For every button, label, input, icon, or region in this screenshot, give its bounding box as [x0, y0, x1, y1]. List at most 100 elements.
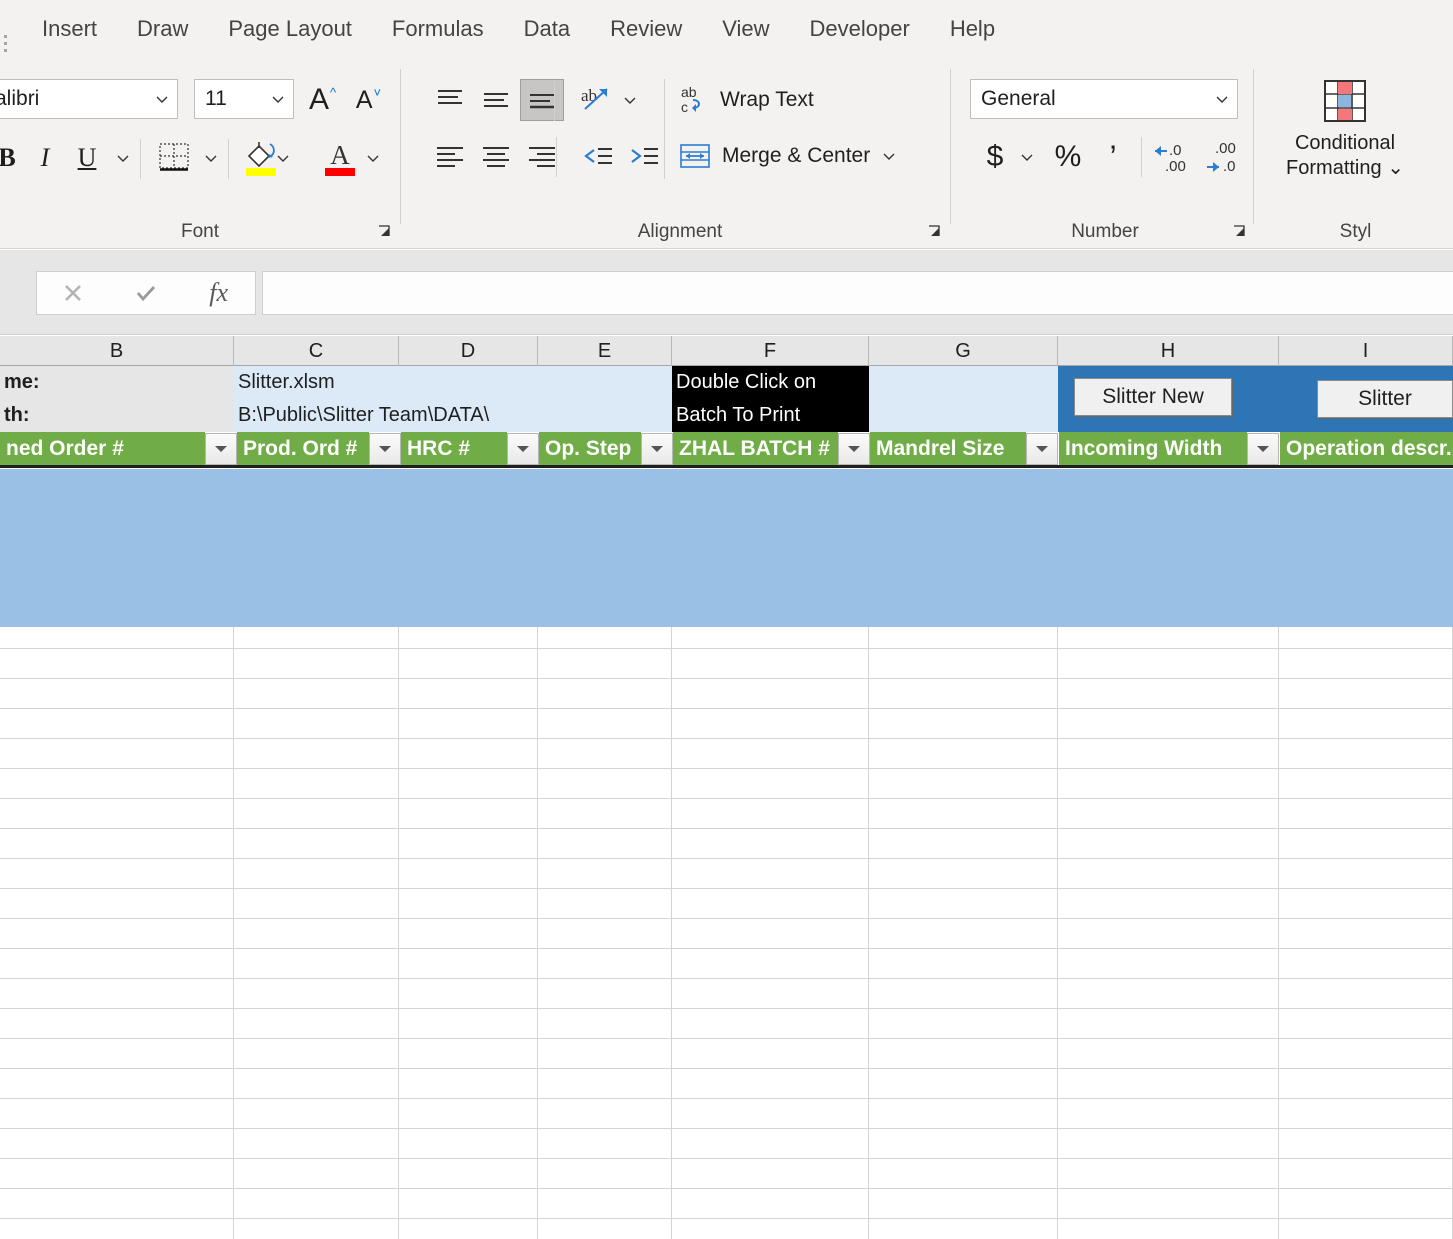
cell-c-file-path[interactable]: B:\Public\Slitter Team\DATA\ [234, 399, 672, 432]
tab-review[interactable]: Review [590, 12, 702, 46]
tab-insert[interactable]: Insert [22, 12, 117, 46]
decrease-font-size-button[interactable]: A ˅ [346, 79, 390, 121]
table-header-incoming-width[interactable]: Incoming Width [1059, 432, 1247, 465]
grid-row[interactable] [0, 919, 1453, 949]
selection-highlight[interactable] [0, 469, 1453, 627]
underline-button[interactable]: U [68, 137, 106, 179]
merge-center-dropdown[interactable] [880, 147, 898, 165]
cell-g-empty-2[interactable] [869, 399, 1058, 432]
fill-color-dropdown[interactable] [268, 139, 298, 177]
tab-view[interactable]: View [702, 12, 789, 46]
font-dialog-launcher[interactable] [376, 223, 394, 241]
decrease-decimal-button[interactable]: .00 .0 [1203, 135, 1253, 179]
number-dialog-launcher[interactable] [1231, 223, 1249, 241]
table-header-op-step[interactable]: Op. Step [539, 432, 641, 465]
slitter-new-button[interactable]: Slitter New [1074, 378, 1232, 416]
filter-button-zhal-batch[interactable] [838, 433, 870, 465]
chevron-down-icon[interactable] [1213, 90, 1231, 108]
align-center-button[interactable] [474, 135, 518, 177]
grid-row[interactable] [0, 949, 1453, 979]
align-top-button[interactable] [428, 79, 472, 121]
currency-format-button[interactable]: $ [975, 135, 1015, 179]
tab-help[interactable]: Help [930, 12, 1015, 46]
decrease-indent-button[interactable] [576, 135, 620, 177]
tab-data[interactable]: Data [504, 12, 590, 46]
conditional-formatting-button[interactable]: Conditional Formatting ⌄ [1270, 75, 1420, 181]
column-header-f[interactable]: F [672, 336, 869, 366]
chevron-down-icon[interactable]: ⌄ [1387, 157, 1404, 179]
column-header-b[interactable]: B [0, 336, 234, 366]
orientation-button[interactable]: ab [574, 79, 618, 121]
percent-format-button[interactable]: % [1047, 135, 1089, 179]
orientation-dropdown[interactable] [616, 81, 644, 119]
grid-row[interactable] [0, 859, 1453, 889]
formula-input[interactable] [262, 271, 1453, 315]
table-header-mandrel-size[interactable]: Mandrel Size [870, 432, 1026, 465]
italic-button[interactable]: I [26, 137, 64, 179]
font-color-dropdown[interactable] [358, 139, 388, 177]
grid-row[interactable] [0, 679, 1453, 709]
font-color-button[interactable]: A [318, 135, 362, 181]
filter-button-incoming-width[interactable] [1247, 433, 1279, 465]
grid-row[interactable] [0, 1129, 1453, 1159]
increase-decimal-button[interactable]: .0 .00 [1151, 135, 1201, 179]
chevron-down-icon[interactable] [269, 90, 287, 108]
borders-dropdown[interactable] [196, 139, 226, 177]
column-header-c[interactable]: C [234, 336, 399, 366]
merge-center-button[interactable]: Merge & Center [678, 135, 898, 177]
cell-g-empty[interactable] [869, 366, 1058, 399]
font-size-input[interactable]: 11 [194, 79, 294, 119]
grid-row[interactable] [0, 1069, 1453, 1099]
tab-draw[interactable]: Draw [117, 12, 208, 46]
filter-button-planned-order[interactable] [205, 433, 237, 465]
underline-dropdown[interactable] [108, 139, 138, 177]
column-header-h[interactable]: H [1058, 336, 1279, 366]
grid-row[interactable] [0, 1099, 1453, 1129]
format-as-table-button[interactable]: For Ta [1428, 75, 1453, 156]
cell-f-print-hint-line1[interactable]: Double Click on [672, 366, 869, 399]
cancel-formula-button[interactable] [37, 272, 110, 314]
table-header-zhal-batch[interactable]: ZHAL BATCH # [673, 432, 838, 465]
grid-row[interactable] [0, 1219, 1453, 1239]
align-left-button[interactable] [428, 135, 472, 177]
font-name-input[interactable]: alibri [0, 79, 178, 119]
borders-button[interactable] [152, 137, 196, 179]
align-bottom-button[interactable] [520, 79, 564, 121]
grid-row[interactable] [0, 1039, 1453, 1069]
currency-dropdown[interactable] [1013, 137, 1041, 177]
insert-function-button[interactable]: fx [182, 272, 255, 314]
tab-formulas[interactable]: Formulas [372, 12, 504, 46]
grid-row[interactable] [0, 709, 1453, 739]
table-header-planned-order[interactable]: ned Order # [0, 432, 205, 465]
tab-page-layout[interactable]: Page Layout [208, 12, 372, 46]
column-header-d[interactable]: D [399, 336, 538, 366]
table-header-operation-descr[interactable]: Operation descr. [1280, 432, 1453, 465]
grid-row[interactable] [0, 1009, 1453, 1039]
enter-formula-button[interactable] [110, 272, 183, 314]
formula-bar-grip[interactable] [4, 31, 12, 55]
grid-row[interactable] [0, 799, 1453, 829]
table-header-hrc[interactable]: HRC # [401, 432, 507, 465]
tab-developer[interactable]: Developer [790, 12, 930, 46]
grid-body[interactable] [0, 469, 1453, 1239]
column-header-e[interactable]: E [538, 336, 672, 366]
filter-button-mandrel-size[interactable] [1026, 433, 1058, 465]
comma-format-button[interactable]: ’ [1093, 135, 1133, 179]
filter-button-hrc[interactable] [507, 433, 539, 465]
cell-c-file-name[interactable]: Slitter.xlsm [234, 366, 672, 399]
cell-b-name-label[interactable]: me: [0, 366, 234, 399]
increase-indent-button[interactable] [622, 135, 666, 177]
column-header-g[interactable]: G [869, 336, 1058, 366]
alignment-dialog-launcher[interactable] [926, 223, 944, 241]
grid-row[interactable] [0, 889, 1453, 919]
align-middle-button[interactable] [474, 79, 518, 121]
grid-row[interactable] [0, 829, 1453, 859]
increase-font-size-button[interactable]: A ^ [300, 79, 344, 121]
filter-button-prod-ord[interactable] [369, 433, 401, 465]
grid-row[interactable] [0, 979, 1453, 1009]
grid-row[interactable] [0, 1159, 1453, 1189]
cell-b-path-label[interactable]: th: [0, 399, 234, 432]
grid-row[interactable] [0, 1189, 1453, 1219]
grid-row[interactable] [0, 769, 1453, 799]
grid-row[interactable] [0, 649, 1453, 679]
